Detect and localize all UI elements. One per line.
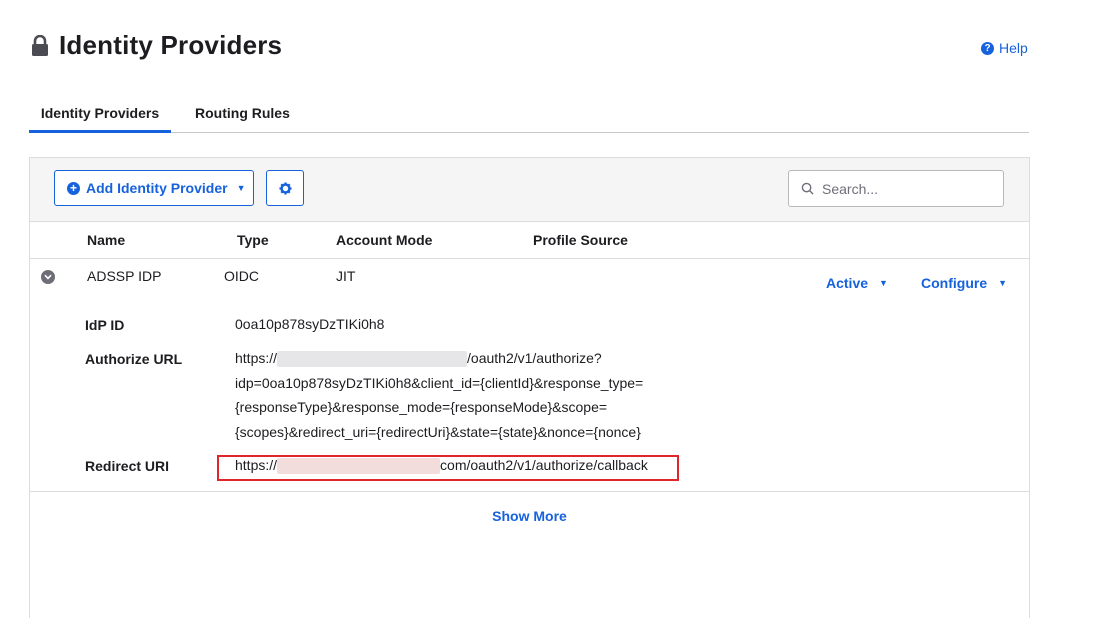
status-label: Active [826, 275, 869, 291]
chevron-down-icon [44, 274, 52, 280]
column-header-profile-source: Profile Source [533, 232, 628, 248]
add-identity-provider-label: Add Identity Provider [86, 180, 228, 196]
configure-label: Configure [921, 275, 988, 291]
configure-dropdown[interactable]: Configure ▼ [921, 275, 1007, 291]
header-divider [30, 258, 1029, 259]
idp-type: OIDC [224, 268, 259, 284]
settings-button[interactable] [266, 170, 304, 206]
lock-icon [32, 34, 48, 56]
search-box [788, 170, 1004, 207]
tab-routing-rules[interactable]: Routing Rules [195, 96, 290, 130]
gear-icon [278, 181, 292, 195]
redirect-uri-highlight [217, 455, 679, 481]
redirect-uri-label: Redirect URI [85, 458, 170, 474]
page-header: Identity Providers [31, 30, 282, 61]
show-more-link[interactable]: Show More [30, 508, 1029, 524]
help-icon: ? [981, 41, 994, 55]
authorize-url-value: https:// /oauth2/v1/authorize? idp=0oa10p… [235, 346, 695, 444]
authorize-url-prefix: https:// [235, 350, 278, 366]
redacted-domain [277, 351, 468, 368]
authorize-url-line-2: idp=0oa10p878syDzTIKi0h8&client_id={clie… [235, 374, 644, 391]
authorize-url-line-3: {responseType}&response_mode={responseMo… [235, 399, 608, 415]
search-icon [801, 182, 814, 195]
plus-circle-icon: + [67, 181, 80, 195]
idp-account-mode: JIT [336, 268, 356, 284]
authorize-url-line-1: https:// /oauth2/v1/authorize? [235, 346, 695, 371]
show-more-divider [30, 491, 1029, 492]
help-link[interactable]: ? Help [981, 40, 1028, 56]
identity-providers-panel: + Add Identity Provider ▼ Name [29, 157, 1030, 618]
idp-id-label: IdP ID [85, 317, 125, 333]
idp-name: ADSSP IDP [87, 268, 162, 284]
authorize-url-label: Authorize URL [85, 351, 183, 367]
chevron-down-icon: ▼ [236, 183, 246, 193]
status-dropdown[interactable]: Active ▼ [826, 275, 888, 291]
column-header-account-mode: Account Mode [336, 232, 433, 248]
authorize-url-suffix: /oauth2/v1/authorize? [467, 350, 602, 366]
idp-id-value: 0oa10p878syDzTIKi0h8 [235, 316, 385, 332]
tab-bar: Identity Providers Routing Rules [29, 96, 1029, 133]
toolbar: + Add Identity Provider ▼ [30, 158, 1029, 222]
search-input[interactable] [820, 179, 994, 198]
page-title: Identity Providers [59, 30, 283, 60]
help-label: Help [999, 40, 1028, 56]
column-header-type: Type [237, 232, 269, 248]
chevron-down-icon: ▼ [998, 278, 1008, 288]
column-header-name: Name [87, 232, 126, 248]
expand-row-icon[interactable] [41, 270, 55, 284]
chevron-down-icon: ▼ [879, 278, 888, 288]
tab-identity-providers[interactable]: Identity Providers [29, 96, 171, 133]
add-identity-provider-button[interactable]: + Add Identity Provider ▼ [54, 170, 254, 206]
authorize-url-line-4: {scopes}&redirect_uri={redirectUri}&stat… [235, 423, 641, 440]
